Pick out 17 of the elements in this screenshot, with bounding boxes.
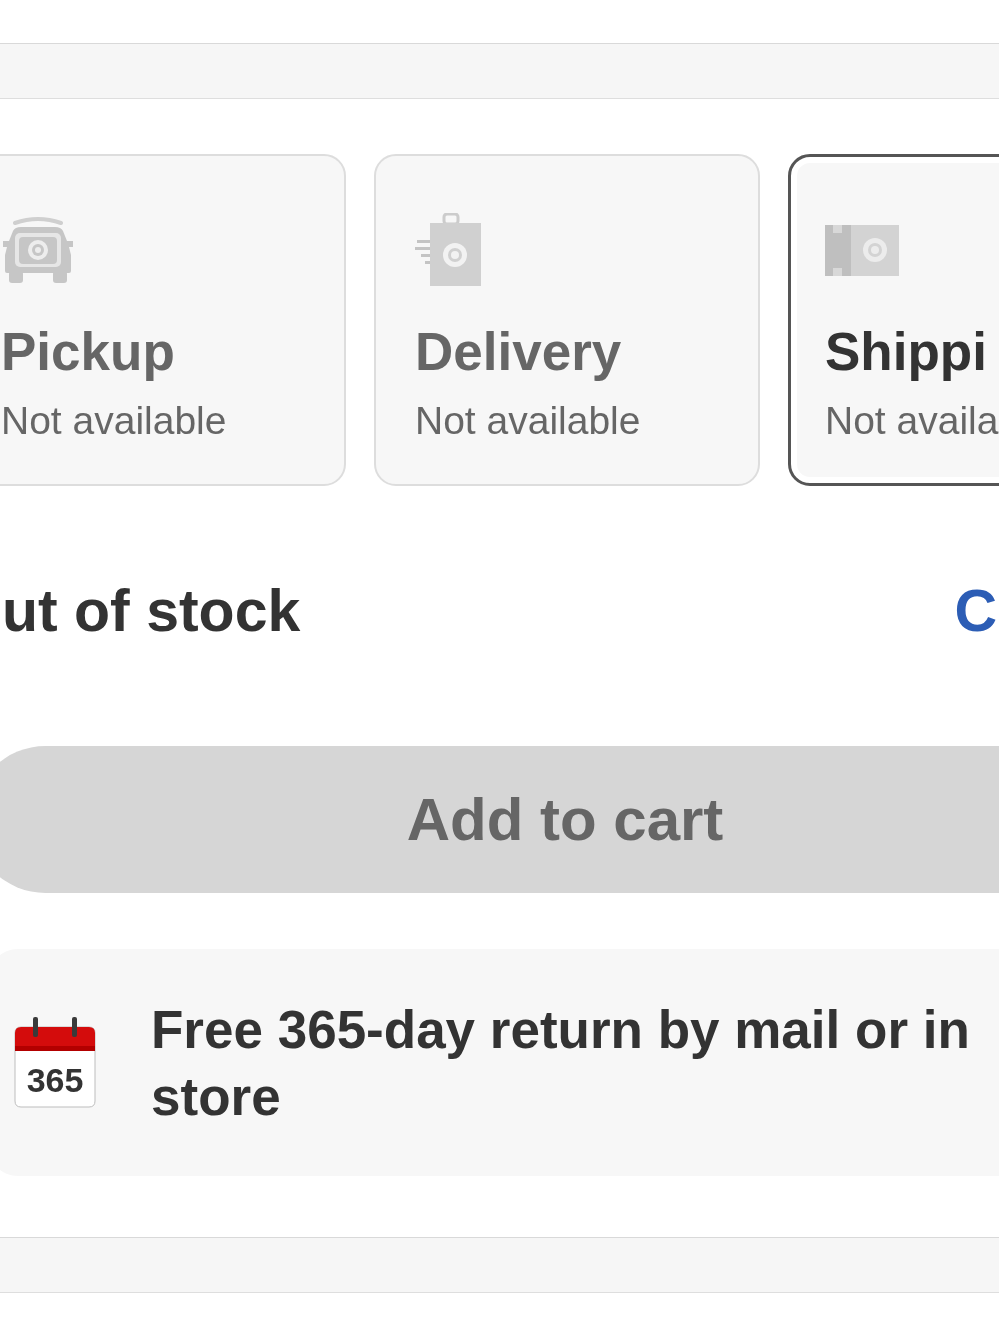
box-icon <box>825 224 899 276</box>
fulfillment-option-card[interactable]: Delivery Not available <box>374 154 760 486</box>
option-title: Pickup <box>1 322 175 382</box>
return-policy-text: Free 365-day return by mail or in store <box>151 998 971 1128</box>
text-link[interactable]: C <box>954 576 997 646</box>
calendar-icon <box>14 1017 96 1108</box>
option-status: Not availa <box>825 398 999 444</box>
option-status: Not available <box>415 398 641 444</box>
shopping-bag-icon <box>415 213 481 287</box>
option-title: Shippi <box>825 322 987 382</box>
fulfillment-option-card[interactable]: Pickup Not available <box>0 154 346 486</box>
fulfillment-option-card[interactable]: Shippi Not availa <box>788 154 999 486</box>
calendar-day-number: 365 <box>26 1061 84 1099</box>
stock-status: ut of stock <box>2 577 301 646</box>
car-icon <box>1 215 75 285</box>
option-status: Not available <box>1 398 227 444</box>
option-title: Delivery <box>415 322 622 382</box>
